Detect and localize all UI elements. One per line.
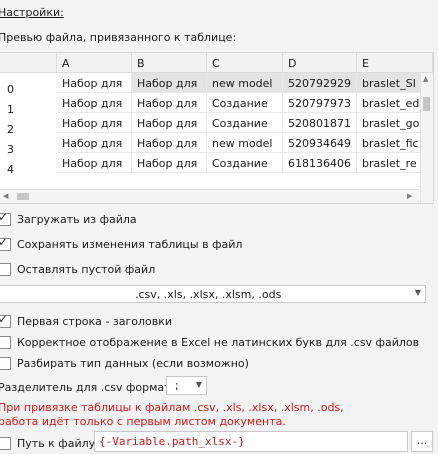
checkmark-icon: ✓	[0, 210, 9, 224]
file-type-dropdown[interactable]: .csv, .xls, .xlsx, .xlsm, .ods ▼	[0, 285, 426, 303]
column-header-e[interactable]: E	[357, 53, 433, 73]
table-cell[interactable]: braslet_ed	[357, 93, 421, 113]
load-from-file-checkbox[interactable]: ✓	[0, 210, 11, 226]
table-cell[interactable]: new model	[207, 133, 283, 153]
load-from-file-label: Загружать из файла	[17, 213, 137, 226]
row-header: 4	[7, 163, 14, 176]
horizontal-scrollbar[interactable]: ◀ ▶	[0, 189, 419, 203]
table-cell[interactable]: Создание	[207, 93, 283, 113]
path-value: {-Variable.path_xlsx-}	[99, 435, 245, 448]
table-cell[interactable]: Создание	[207, 153, 283, 173]
row-header: 1	[7, 103, 14, 116]
correct-display-checkbox[interactable]	[0, 336, 11, 349]
table-cell[interactable]: new model	[207, 73, 283, 93]
chevron-down-icon: ▼	[195, 380, 202, 389]
row-header: 2	[7, 123, 14, 136]
column-header-d[interactable]: D	[283, 53, 357, 73]
table-cell[interactable]: Набор для	[132, 73, 207, 93]
table-cell[interactable]: braslet_go	[357, 113, 421, 133]
table-cell[interactable]: Набор для	[132, 153, 207, 173]
table-cell[interactable]: braslet_SI	[357, 73, 421, 93]
separator-select[interactable]: ; ▼	[166, 376, 207, 395]
table-cell[interactable]: Набор для	[57, 93, 132, 113]
table-cell[interactable]: Набор для	[132, 93, 207, 113]
table-cell[interactable]: 520797973	[283, 93, 357, 113]
path-checkbox[interactable]	[0, 437, 11, 450]
table-cell[interactable]: braslet_re	[357, 153, 421, 173]
table-cell[interactable]: 520801871	[283, 113, 357, 133]
first-row-headers-checkbox[interactable]: ✓	[0, 312, 11, 328]
parse-types-label: Разбирать тип данных (если возможно)	[17, 357, 249, 370]
file-type-value: .csv, .xls, .xlsx, .xlsm, .ods	[135, 288, 282, 301]
vertical-scrollbar[interactable]: ▲	[420, 73, 433, 203]
correct-display-label: Корректное отображение в Excel не латинс…	[17, 336, 420, 349]
horizontal-scroll-thumb[interactable]	[17, 193, 29, 200]
warning-text: При привязке таблицы к файлам .csv, .xls…	[0, 401, 344, 428]
table-cell[interactable]: Набор для	[132, 133, 207, 153]
table-cell[interactable]: 618136406	[283, 153, 357, 173]
path-label: Путь к файлу	[17, 437, 96, 450]
leave-empty-label: Оставлять пустой файл	[17, 263, 156, 276]
first-row-headers-label: Первая строка - заголовки	[17, 315, 173, 328]
save-changes-label: Сохранять изменения таблицы в файл	[17, 238, 243, 251]
table-cell[interactable]: Создание	[207, 113, 283, 133]
leave-empty-checkbox[interactable]	[0, 263, 11, 276]
preview-label: Превью файла, привязанного к таблице:	[0, 31, 237, 44]
separator-label: Разделитель для .csv формата	[0, 381, 178, 394]
preview-grid[interactable]: A B C D E 0 Набор для Набор для new mode…	[0, 52, 434, 204]
settings-title: Настройки:	[0, 6, 64, 19]
column-header-a[interactable]: A	[57, 53, 132, 73]
scroll-right-icon[interactable]: ▶	[407, 192, 412, 200]
separator-value: ;	[175, 379, 179, 392]
scroll-up-icon[interactable]: ▲	[423, 75, 428, 83]
table-cell[interactable]: Набор для	[57, 113, 132, 133]
table-cell[interactable]: Набор для	[57, 133, 132, 153]
row-header: 0	[7, 83, 14, 96]
chevron-down-icon: ▼	[414, 288, 421, 297]
table-cell[interactable]: Набор для	[57, 153, 132, 173]
scroll-left-icon[interactable]: ◀	[3, 192, 8, 200]
checkmark-icon: ✓	[0, 312, 9, 326]
table-cell[interactable]: Набор для	[57, 73, 132, 93]
checkmark-icon: ✓	[0, 235, 9, 249]
column-header-c[interactable]: C	[207, 53, 283, 73]
browse-button[interactable]: ...	[411, 431, 433, 452]
table-cell[interactable]: 520792929	[283, 73, 357, 93]
table-cell[interactable]: 520934649	[283, 133, 357, 153]
save-changes-checkbox[interactable]: ✓	[0, 235, 11, 251]
row-header: 3	[7, 143, 14, 156]
table-cell[interactable]: Набор для	[132, 113, 207, 133]
path-input[interactable]: {-Variable.path_xlsx-}	[94, 431, 408, 452]
vertical-scroll-thumb[interactable]	[423, 97, 430, 111]
parse-types-checkbox[interactable]	[0, 357, 11, 370]
table-cell[interactable]: braslet_fic	[357, 133, 421, 153]
column-header-b[interactable]: B	[132, 53, 207, 73]
corner-header	[0, 53, 57, 73]
